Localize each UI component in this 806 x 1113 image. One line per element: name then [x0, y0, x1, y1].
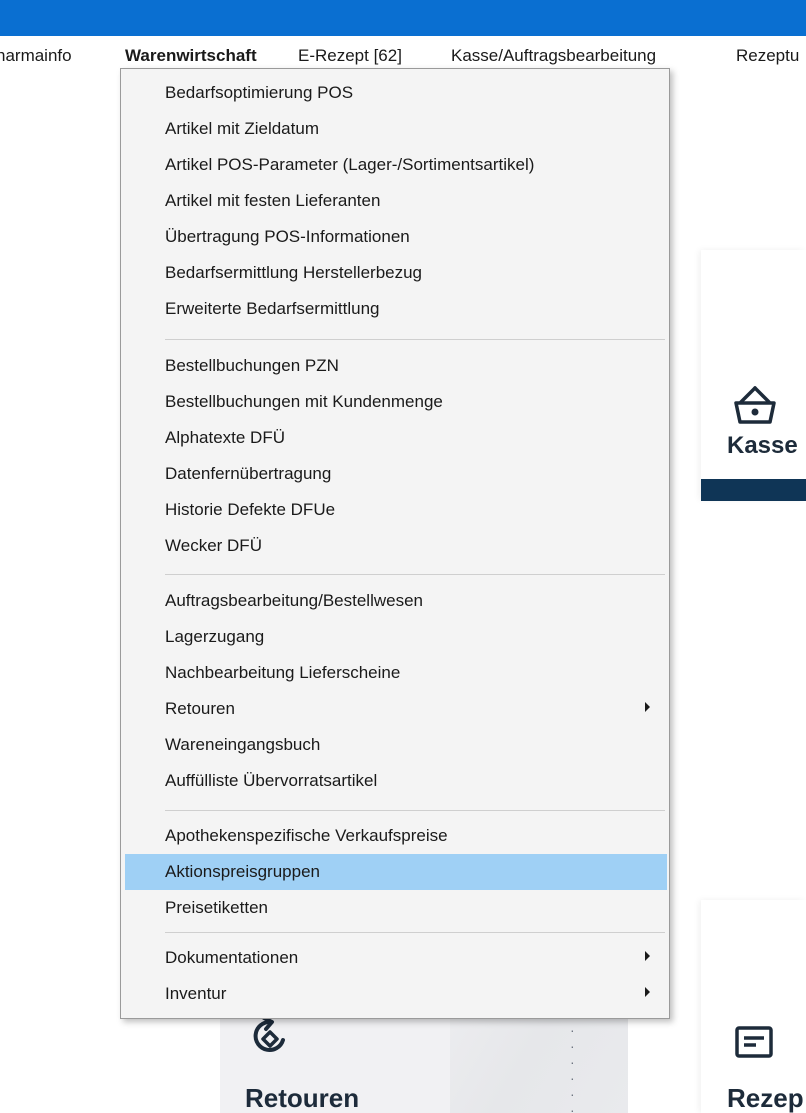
menu-item-aktionspreisgruppen[interactable]: Aktionspreisgruppen [125, 854, 667, 890]
menu-item-retouren[interactable]: Retouren [125, 691, 667, 727]
menu-item-label: Nachbearbeitung Lieferscheine [165, 663, 401, 682]
menu-item-label: Wareneingangsbuch [165, 735, 321, 754]
menu-item-apothekenspezifische-verkaufspreise[interactable]: Apothekenspezifische Verkaufspreise [125, 818, 667, 854]
menu-item-label: Datenfernübertragung [165, 464, 332, 483]
menu-item-preisetiketten[interactable]: Preisetiketten [125, 890, 667, 926]
menu-item-label: Inventur [165, 984, 227, 1003]
shopping-basket-icon [734, 386, 776, 424]
menu-separator [165, 932, 665, 933]
menu-item-alphatexte-dfue[interactable]: Alphatexte DFÜ [125, 420, 667, 456]
submenu-arrow-icon [645, 702, 650, 712]
menu-item-datenfernuebertragung[interactable]: Datenfernübertragung [125, 456, 667, 492]
menu-item-wareneingangsbuch[interactable]: Wareneingangsbuch [125, 727, 667, 763]
menu-kasse-auftragsbearbeitung[interactable]: Kasse/Auftragsbearbeitung [451, 46, 656, 66]
menu-item-label: Preisetiketten [165, 898, 268, 917]
menu-item-bestellbuchungen-pzn[interactable]: Bestellbuchungen PZN [125, 348, 667, 384]
menu-item-label: Auffülliste Übervorratsartikel [165, 771, 378, 790]
menu-item-bestellbuchungen-mit-kundenmenge[interactable]: Bestellbuchungen mit Kundenmenge [125, 384, 667, 420]
warenwirtschaft-dropdown-menu: Bedarfsoptimierung POS Artikel mit Zield… [120, 68, 670, 1019]
retouren-tile-label: Retouren [245, 1083, 360, 1113]
menu-item-label: Retouren [165, 699, 235, 718]
menu-e-rezept[interactable]: E-Rezept [62] [298, 46, 402, 66]
menu-item-auftragsbearbeitung-bestellwesen[interactable]: Auftragsbearbeitung/Bestellwesen [125, 583, 667, 619]
menu-item-auffuelliste-uebervorratsartikel[interactable]: Auffülliste Übervorratsartikel [125, 763, 667, 799]
menu-item-label: Bestellbuchungen PZN [165, 356, 339, 375]
menu-item-label: Artikel mit festen Lieferanten [165, 191, 381, 210]
menu-item-label: Apothekenspezifische Verkaufspreise [165, 826, 448, 845]
menu-pharmainfo[interactable]: harmainfo [0, 46, 72, 66]
menu-item-label: Erweiterte Bedarfsermittlung [165, 299, 380, 318]
submenu-arrow-icon [645, 987, 650, 997]
prescription-card-icon [735, 1026, 773, 1058]
menu-item-bedarfsoptimierung-pos[interactable]: Bedarfsoptimierung POS [125, 75, 667, 111]
rezept-tile-label: Rezep [727, 1083, 804, 1113]
menu-item-label: Bedarfsermittlung Herstellerbezug [165, 263, 423, 282]
menu-item-historie-defekte-dfue[interactable]: Historie Defekte DFUe [125, 492, 667, 528]
kasse-tile-label: Kasse [727, 432, 798, 459]
menu-item-label: Alphatexte DFÜ [165, 428, 285, 447]
kasse-tile-background [701, 250, 806, 500]
menu-warenwirtschaft[interactable]: Warenwirtschaft [125, 46, 257, 66]
menu-separator [165, 574, 665, 575]
menu-item-lagerzugang[interactable]: Lagerzugang [125, 619, 667, 655]
menu-item-label: Wecker DFÜ [165, 536, 262, 555]
menu-item-wecker-dfue[interactable]: Wecker DFÜ [125, 528, 667, 564]
menu-item-label: Bedarfsoptimierung POS [165, 83, 354, 102]
menu-item-erweiterte-bedarfsermittlung[interactable]: Erweiterte Bedarfsermittlung [125, 291, 667, 327]
menu-item-dokumentationen[interactable]: Dokumentationen [125, 940, 667, 976]
menu-item-artikel-pos-parameter[interactable]: Artikel POS-Parameter (Lager-/Sortiments… [125, 147, 667, 183]
menu-item-nachbearbeitung-lieferscheine[interactable]: Nachbearbeitung Lieferscheine [125, 655, 667, 691]
menu-separator [165, 339, 665, 340]
menu-item-bedarfsermittlung-herstellerbezug[interactable]: Bedarfsermittlung Herstellerbezug [125, 255, 667, 291]
menu-item-label: Historie Defekte DFUe [165, 500, 336, 519]
menu-separator [165, 810, 665, 811]
menu-item-label: Artikel mit Zieldatum [165, 119, 319, 138]
rezept-tile-background [701, 900, 806, 1113]
return-arrow-icon [253, 1016, 285, 1052]
menu-item-label: Übertragung POS-Informationen [165, 227, 410, 246]
menu-item-label: Bestellbuchungen mit Kundenmenge [165, 392, 443, 411]
menu-item-label: Aktionspreisgruppen [165, 862, 320, 881]
kasse-tile-accent-bar [701, 479, 806, 501]
menu-item-artikel-mit-festen-lieferanten[interactable]: Artikel mit festen Lieferanten [125, 183, 667, 219]
menu-item-uebertragung-pos-informationen[interactable]: Übertragung POS-Informationen [125, 219, 667, 255]
window-titlebar [0, 0, 806, 36]
menu-item-inventur[interactable]: Inventur [125, 976, 667, 1012]
menu-item-label: Auftragsbearbeitung/Bestellwesen [165, 591, 423, 610]
menu-item-label: Lagerzugang [165, 627, 265, 646]
menu-item-label: Artikel POS-Parameter (Lager-/Sortiments… [165, 155, 535, 174]
drag-handle-icon[interactable]: · ·· ·· ·· · [570, 1022, 610, 1113]
menu-item-label: Dokumentationen [165, 948, 299, 967]
menu-rezeptur[interactable]: Rezeptu [736, 46, 799, 66]
submenu-arrow-icon [645, 951, 650, 961]
menu-item-artikel-mit-zieldatum[interactable]: Artikel mit Zieldatum [125, 111, 667, 147]
